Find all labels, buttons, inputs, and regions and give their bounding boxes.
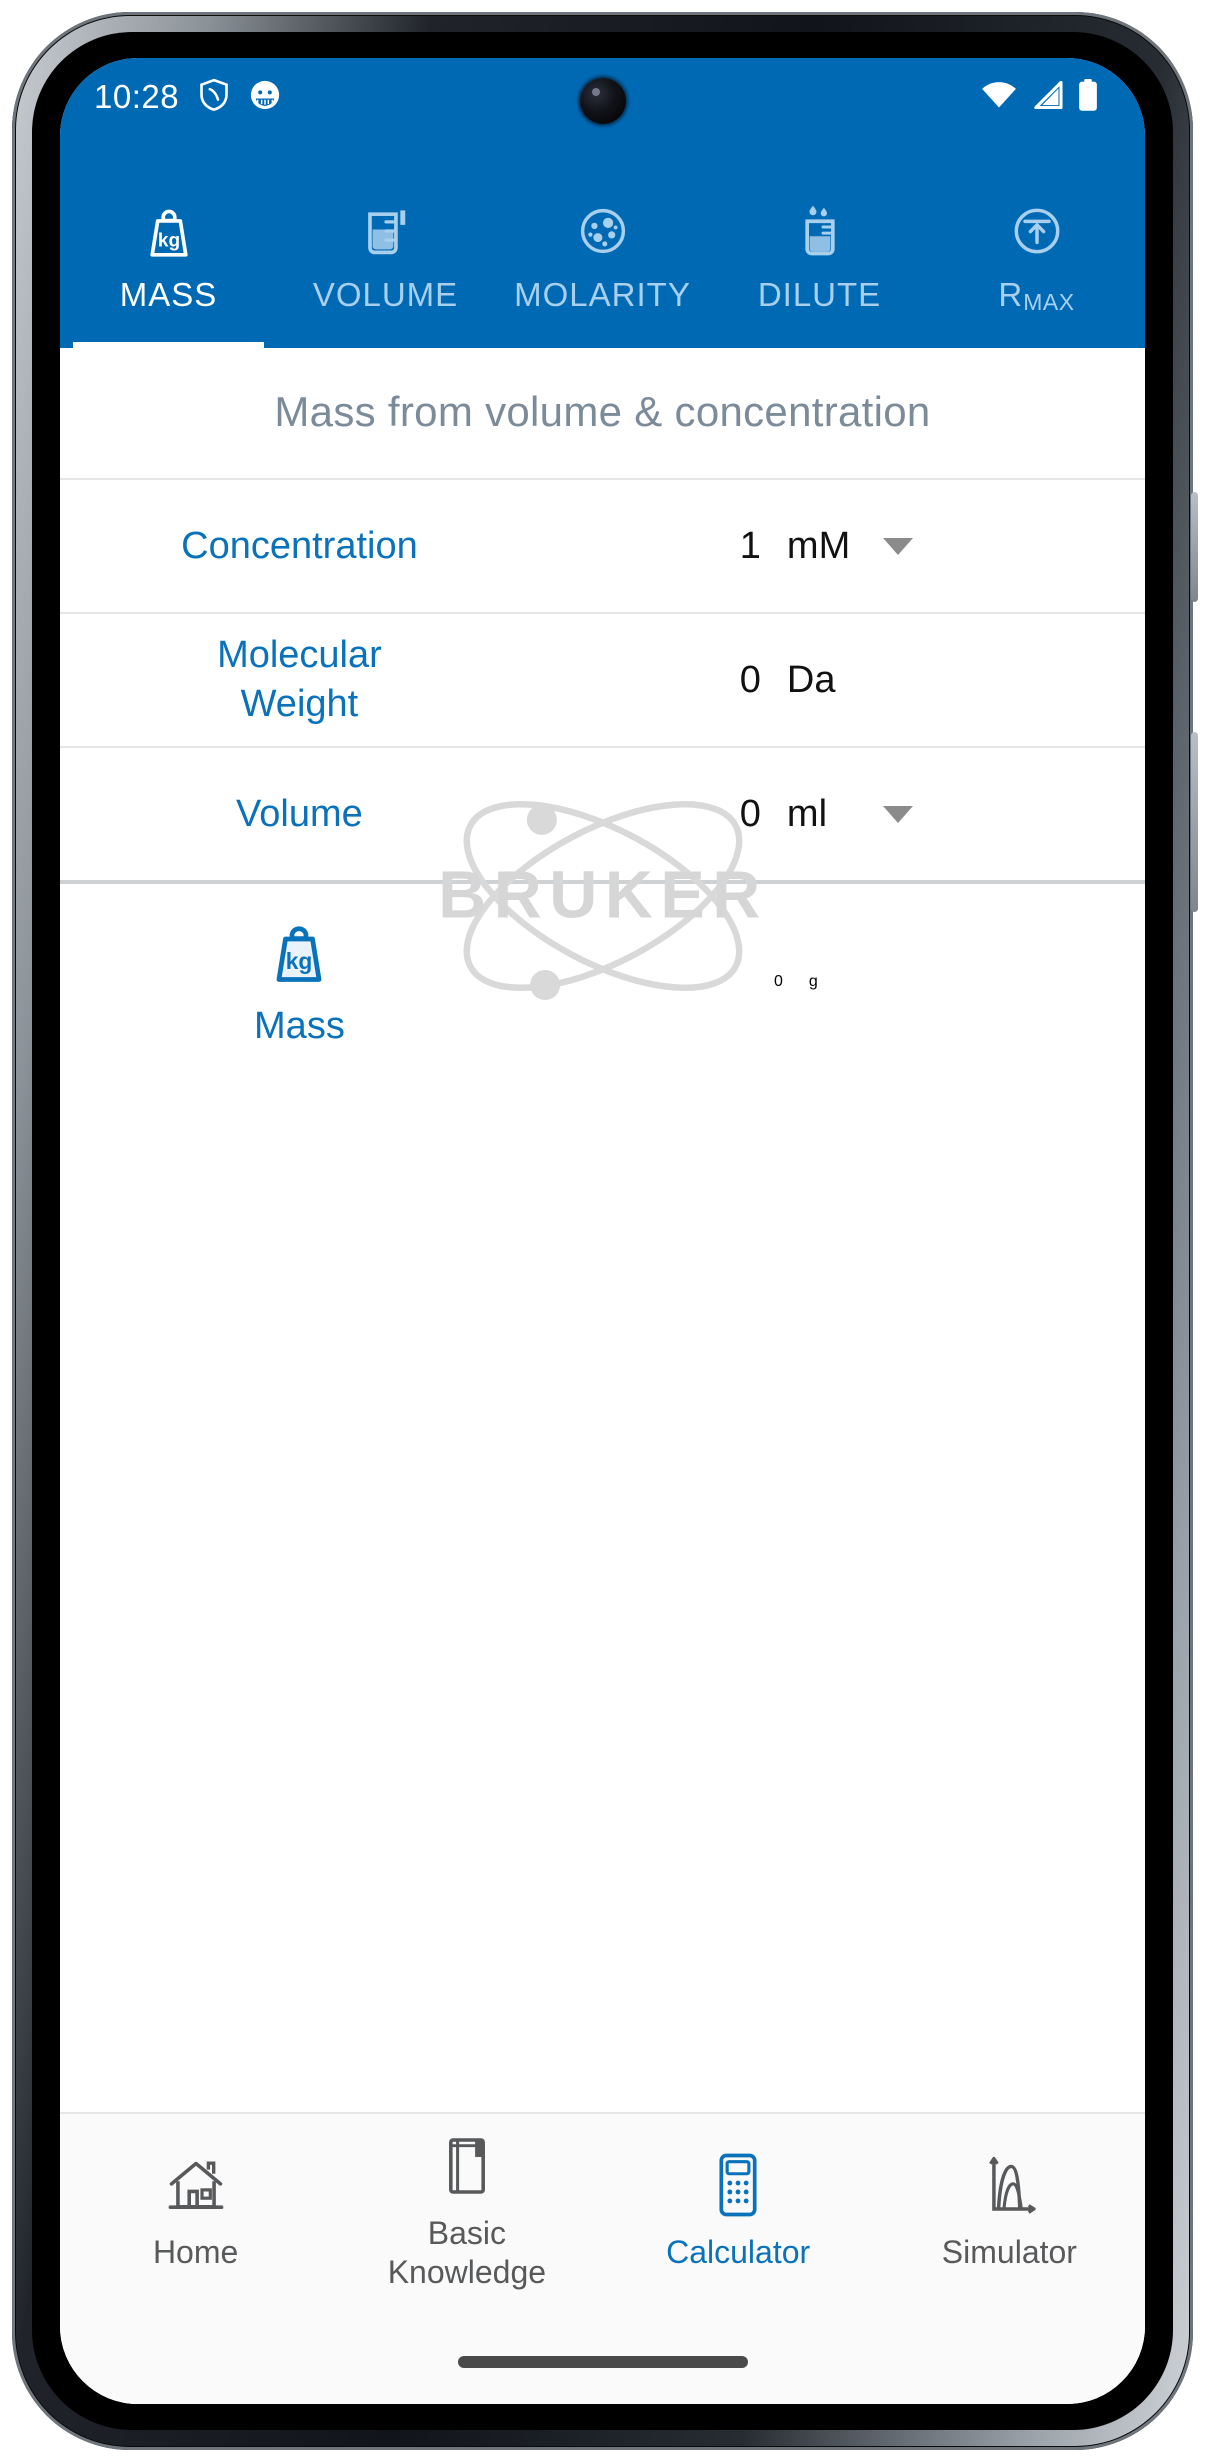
row-molecular-weight[interactable]: Molecular Weight 0 Da bbox=[60, 612, 1145, 746]
volume-button[interactable] bbox=[1191, 492, 1198, 602]
molecular-weight-input[interactable]: 0 bbox=[727, 659, 761, 702]
dropper-beaker-icon bbox=[795, 200, 845, 262]
tab-rmax-label: RMAX bbox=[998, 276, 1075, 315]
book-icon bbox=[438, 2130, 496, 2202]
nav-item-calculator-label: Calculator bbox=[666, 2234, 811, 2271]
mass-result-unit: g bbox=[808, 973, 818, 990]
row-volume-value-group: 0 ml bbox=[539, 793, 1101, 836]
volume-unit-dropdown-icon[interactable] bbox=[882, 805, 913, 823]
chart-curve-icon bbox=[980, 2149, 1038, 2221]
nav-item-home[interactable]: Home bbox=[60, 2114, 331, 2308]
tab-molarity[interactable]: MOLARITY bbox=[494, 136, 711, 348]
calculator-icon bbox=[714, 2149, 762, 2221]
weight-kg-icon: kg bbox=[268, 916, 330, 991]
row-concentration-label: Concentration bbox=[181, 524, 418, 567]
mass-result-value: 0 bbox=[774, 973, 783, 990]
molecule-dots-icon bbox=[576, 200, 630, 262]
nav-item-calculator[interactable]: Calculator bbox=[603, 2114, 874, 2308]
phone-screen: 10:28 kg MASS VOLUME MOLARITY DILUTE RMA… bbox=[60, 58, 1145, 2404]
tab-mass[interactable]: kg MASS bbox=[60, 136, 277, 348]
row-molecular-weight-label: Molecular Weight bbox=[60, 631, 539, 728]
tab-mass-label: MASS bbox=[119, 276, 218, 313]
result-mass-value-group: 0 g bbox=[539, 973, 1101, 991]
tab-volume-label: VOLUME bbox=[312, 276, 459, 313]
row-concentration[interactable]: Concentration 1 mM bbox=[60, 478, 1145, 612]
tab-rmax[interactable]: RMAX bbox=[928, 136, 1145, 348]
svg-text:kg: kg bbox=[157, 230, 179, 251]
tab-dilute[interactable]: DILUTE bbox=[711, 136, 928, 348]
concentration-input[interactable]: 1 bbox=[727, 525, 761, 568]
molecular-weight-unit: Da bbox=[786, 658, 836, 701]
nav-basic-knowledge-line2: Knowledge bbox=[387, 2254, 547, 2290]
result-mass-label-group: kg Mass bbox=[60, 916, 539, 1048]
cellular-signal-icon bbox=[1031, 80, 1063, 114]
status-bar: 10:28 bbox=[60, 58, 1145, 136]
gesture-navigation-bar[interactable] bbox=[457, 2356, 748, 2368]
house-icon bbox=[164, 2149, 228, 2221]
row-molecular-weight-label-line1: Molecular bbox=[217, 634, 382, 677]
svg-text:kg: kg bbox=[286, 948, 313, 974]
volume-unit[interactable]: ml bbox=[787, 793, 865, 836]
row-volume-label: Volume bbox=[236, 792, 363, 835]
tab-dilute-label: DILUTE bbox=[757, 276, 882, 313]
concentration-unit-dropdown-icon[interactable] bbox=[882, 537, 913, 555]
nav-basic-knowledge-line1: Basic bbox=[427, 2214, 506, 2251]
shield-icon bbox=[199, 78, 229, 117]
bottom-navigation-bar: Home Basic Knowledge Calculator Simulato… bbox=[60, 2112, 1145, 2308]
front-camera-punch-hole bbox=[579, 78, 626, 124]
result-mass-label: Mass bbox=[254, 1005, 345, 1047]
nav-item-simulator[interactable]: Simulator bbox=[874, 2114, 1145, 2308]
volume-input[interactable]: 0 bbox=[727, 793, 761, 836]
beaker-icon bbox=[360, 200, 412, 262]
app-notification-icon bbox=[249, 79, 281, 116]
wifi-icon bbox=[981, 81, 1017, 114]
rmax-arrow-circle-icon bbox=[1010, 200, 1064, 262]
status-bar-left: 10:28 bbox=[94, 78, 281, 117]
status-bar-right bbox=[981, 78, 1099, 116]
status-time: 10:28 bbox=[94, 78, 180, 115]
top-tab-bar: kg MASS VOLUME MOLARITY DILUTE RMAX bbox=[60, 136, 1145, 348]
concentration-unit[interactable]: mM bbox=[787, 525, 865, 568]
nav-item-home-label: Home bbox=[152, 2234, 239, 2271]
row-volume[interactable]: Volume 0 ml bbox=[60, 746, 1145, 880]
row-molecular-weight-label-line2: Weight bbox=[240, 683, 359, 725]
nav-item-simulator-label: Simulator bbox=[941, 2234, 1077, 2271]
row-concentration-value-group: 1 mM bbox=[539, 525, 1101, 568]
page-title: Mass from volume & concentration bbox=[274, 388, 931, 435]
tab-molarity-label: MOLARITY bbox=[514, 276, 691, 313]
nav-item-basic-knowledge-label: Basic Knowledge bbox=[388, 2214, 546, 2292]
nav-item-basic-knowledge[interactable]: Basic Knowledge bbox=[331, 2114, 602, 2308]
row-molecular-weight-value-group: 0 Da bbox=[539, 659, 1101, 702]
tab-volume[interactable]: VOLUME bbox=[277, 136, 494, 348]
row-result-mass: kg Mass 0 g bbox=[60, 880, 1145, 1080]
power-button[interactable] bbox=[1191, 732, 1198, 912]
battery-icon bbox=[1077, 78, 1099, 116]
calculator-content: Mass from volume & concentration Concent… bbox=[60, 348, 1145, 2404]
weight-kg-icon: kg bbox=[143, 200, 195, 262]
